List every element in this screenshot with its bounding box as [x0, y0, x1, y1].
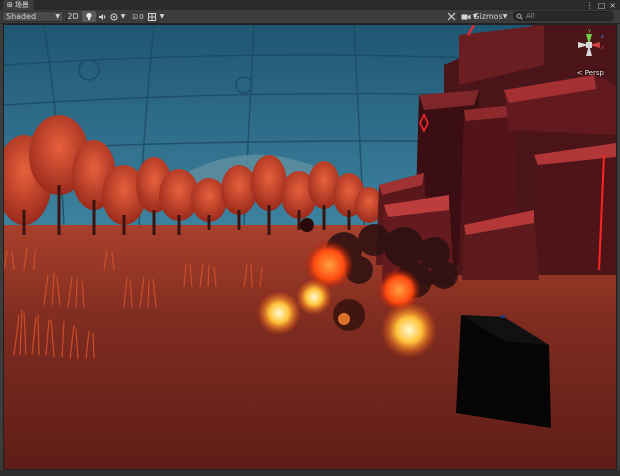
gizmo-z-label: z — [601, 34, 604, 40]
2d-toggle-button[interactable]: 2D — [67, 11, 79, 22]
tab-scene-label: 场景 — [14, 1, 29, 9]
gizmos-button[interactable]: Gizmos — [473, 11, 503, 22]
close-icon[interactable]: × — [609, 1, 616, 10]
hidden-objects-toggle[interactable]: ⊡ 0 — [130, 11, 146, 22]
maximize-icon[interactable]: □ — [598, 1, 606, 10]
shading-mode-dropdown[interactable]: Shaded ▼ — [2, 11, 64, 22]
tools-icon — [447, 12, 455, 21]
effects-toggle-button[interactable] — [110, 11, 118, 22]
scene-search[interactable] — [513, 11, 614, 21]
scene-viewport[interactable]: y z x < Persp — [3, 24, 617, 470]
gizmo-y-label: y — [588, 28, 591, 34]
chevron-down-icon: ▼ — [502, 13, 508, 20]
window-controls: ⋮ □ × — [586, 0, 616, 10]
grid-dropdown-button[interactable]: ▼ — [158, 11, 166, 22]
window-bottom-edge — [0, 470, 620, 476]
tab-scene[interactable]: ⊞ 场景 — [3, 0, 34, 10]
search-input[interactable] — [526, 12, 606, 20]
camera-icon — [461, 14, 471, 19]
scene-icon: ⊞ — [7, 1, 13, 9]
projection-toggle[interactable]: < Persp — [577, 69, 604, 77]
gizmo-x-label: x — [601, 45, 604, 51]
speaker-icon — [98, 13, 105, 20]
grid-toggle-button[interactable] — [148, 11, 156, 22]
scene-render — [4, 25, 616, 469]
effects-icon — [110, 13, 118, 20]
chevron-down-icon: ▼ — [159, 13, 165, 20]
chevron-down-icon: ▼ — [120, 13, 126, 20]
search-icon — [516, 13, 523, 20]
hidden-objects-count: 0 — [139, 12, 144, 21]
tools-button[interactable] — [446, 11, 456, 22]
audio-toggle-button[interactable] — [97, 11, 107, 22]
effects-dropdown-button[interactable]: ▼ — [119, 11, 127, 22]
2d-label: 2D — [67, 12, 79, 21]
lighting-toggle-button[interactable] — [82, 11, 96, 22]
scene-visibility-icon: ⊡ — [132, 12, 139, 21]
gizmo-center-cube[interactable] — [586, 42, 592, 48]
gizmos-dropdown-button[interactable]: ▼ — [501, 11, 509, 22]
perspective-icon: < — [576, 69, 583, 77]
divider — [458, 12, 459, 21]
grid-icon — [148, 12, 156, 21]
gizmos-label: Gizmos — [473, 12, 503, 21]
projection-label: Persp — [584, 69, 604, 77]
shading-mode-label: Shaded — [6, 12, 37, 21]
window-menu-icon[interactable]: ⋮ — [586, 1, 594, 10]
camera-button[interactable] — [461, 11, 471, 22]
chevron-down-icon: ▼ — [55, 13, 60, 20]
lightbulb-icon — [86, 12, 92, 20]
scene-toolbar: Shaded ▼ 2D ▼ ⊡ 0 ▼ ▼ Gizmos ▼ — [0, 10, 620, 24]
